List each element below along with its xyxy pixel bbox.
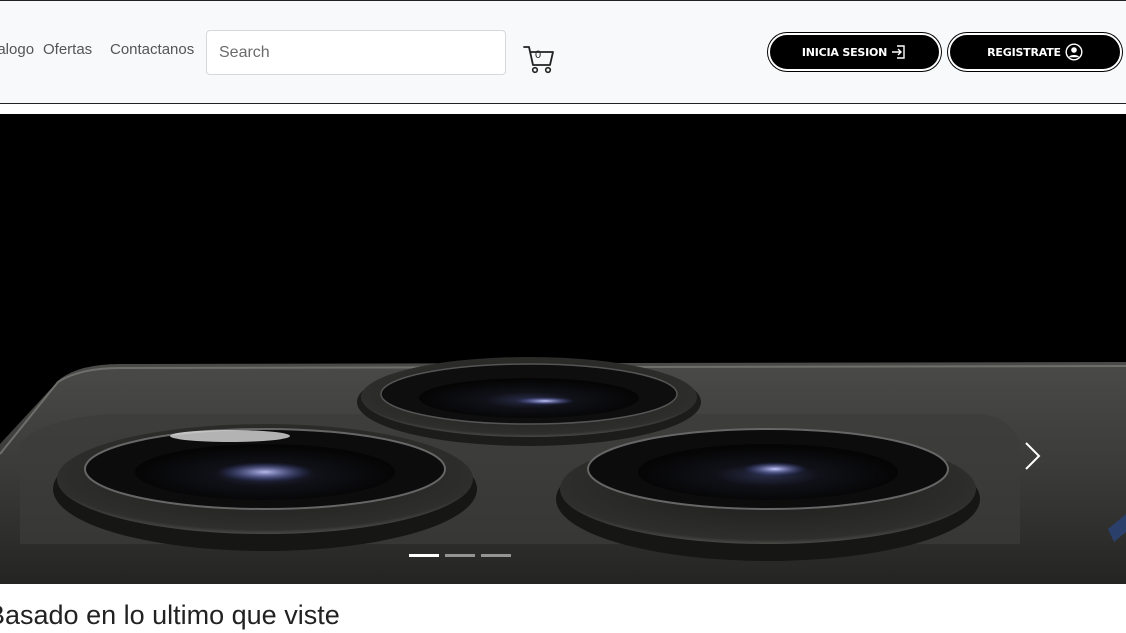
login-button-label: INICIA SESION xyxy=(801,45,888,59)
carousel-indicator-2[interactable] xyxy=(445,554,475,557)
cart-button[interactable]: 0 xyxy=(522,41,556,75)
cart-count: 0 xyxy=(535,49,542,61)
section-title: Basado en lo ultimo que viste xyxy=(0,600,340,630)
user-circle-icon xyxy=(1065,43,1083,61)
register-button-label: REGISTRATE xyxy=(987,45,1061,59)
page: Catalogo Ofertas Contactanos 0 INICIA SE… xyxy=(0,0,1126,633)
carousel-indicator-3[interactable] xyxy=(481,554,511,557)
navbar: Catalogo Ofertas Contactanos 0 INICIA SE… xyxy=(0,0,1126,104)
login-button[interactable]: INICIA SESION xyxy=(768,33,941,71)
nav-link-contactanos[interactable]: Contactanos xyxy=(110,41,194,58)
nav-link-catalogo[interactable]: Catalogo xyxy=(0,41,34,58)
search-input[interactable] xyxy=(206,30,506,75)
sign-in-icon xyxy=(891,44,907,60)
nav-link-ofertas[interactable]: Ofertas xyxy=(43,41,92,58)
hero-carousel xyxy=(0,114,1126,584)
chevron-right-icon xyxy=(1025,442,1041,470)
register-button[interactable]: REGISTRATE xyxy=(948,33,1122,71)
carousel-next-button[interactable] xyxy=(1010,434,1054,478)
carousel-indicator-1[interactable] xyxy=(409,554,439,557)
carousel-slide-image xyxy=(0,357,1126,584)
